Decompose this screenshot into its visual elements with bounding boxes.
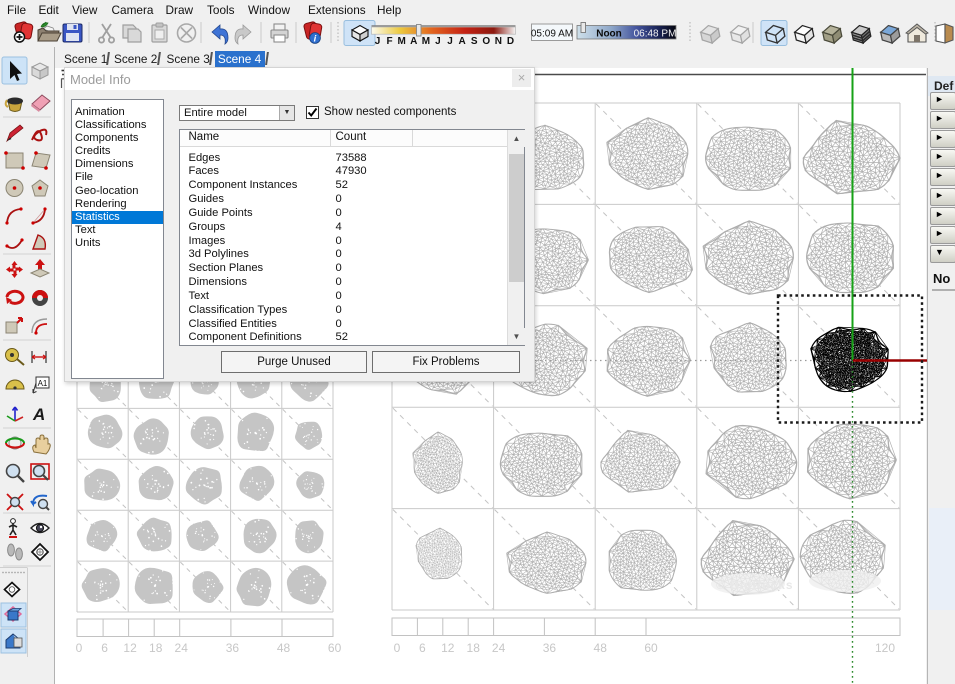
svg-text:6: 6 (419, 641, 426, 655)
svg-text:0: 0 (76, 641, 83, 655)
svg-text:A: A (32, 405, 45, 424)
svg-text:© BigRocks: © BigRocks (716, 578, 794, 592)
svg-text:48: 48 (277, 641, 291, 655)
svg-text:24: 24 (175, 641, 189, 655)
svg-text:0: 0 (394, 641, 401, 655)
svg-text:120: 120 (875, 641, 895, 655)
svg-text:A1: A1 (38, 379, 48, 388)
svg-text:12: 12 (123, 641, 137, 655)
svg-text:36: 36 (226, 641, 240, 655)
svg-text:12: 12 (441, 641, 455, 655)
svg-text:36: 36 (543, 641, 557, 655)
svg-text:48: 48 (594, 641, 608, 655)
svg-text:18: 18 (149, 641, 163, 655)
svg-text:6: 6 (101, 641, 108, 655)
svg-text:18: 18 (467, 641, 481, 655)
svg-text:60: 60 (644, 641, 658, 655)
svg-text:24: 24 (492, 641, 506, 655)
svg-text:60: 60 (328, 641, 342, 655)
